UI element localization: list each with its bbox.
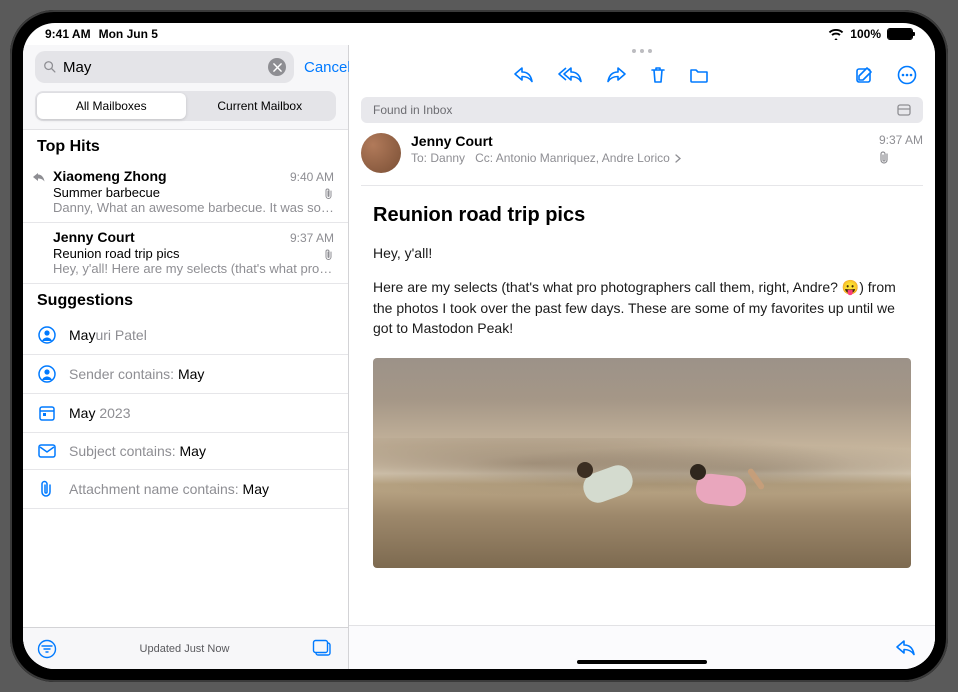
- scope-all-mailboxes[interactable]: All Mailboxes: [37, 93, 186, 119]
- person-icon: [37, 365, 57, 383]
- status-updated: Updated Just Now: [57, 643, 312, 655]
- calendar-icon: [37, 404, 57, 422]
- found-in-label: Found in Inbox: [373, 103, 452, 117]
- reply-indicator-icon: [33, 173, 45, 183]
- trash-button[interactable]: [649, 65, 667, 85]
- move-button[interactable]: [689, 66, 709, 84]
- message-pane: Found in Inbox Jenny Court To: Danny Cc:…: [349, 45, 935, 669]
- message-toolbar: [349, 53, 935, 97]
- sidebar-footer: Updated Just Now: [23, 627, 348, 669]
- mailbox-small-icon: [897, 104, 911, 116]
- sender-avatar[interactable]: [361, 133, 401, 173]
- suggestion-label: Subject contains: May: [69, 443, 206, 459]
- suggestion-label: Attachment name contains: May: [69, 481, 269, 497]
- message-time: 9:37 AM: [879, 133, 923, 147]
- more-button[interactable]: [897, 65, 917, 85]
- suggestion-label: Mayuri Patel: [69, 327, 147, 343]
- search-icon: [43, 60, 57, 74]
- chevron-right-icon: [675, 154, 681, 163]
- attachment-icon: [324, 249, 334, 261]
- suggestion-label: Sender contains: May: [69, 366, 204, 382]
- message-subject: Reunion road trip pics: [349, 186, 935, 233]
- suggestion-attachment-contains[interactable]: Attachment name contains: May: [23, 470, 348, 509]
- envelope-icon: [37, 444, 57, 458]
- suggestion-label: May 2023: [69, 405, 131, 421]
- result-subject: Reunion road trip pics: [53, 246, 334, 261]
- result-time: 9:37 AM: [290, 231, 334, 245]
- message-recipients[interactable]: To: Danny Cc: Antonio Manriquez, Andre L…: [411, 151, 869, 165]
- result-preview: Hey, y'all! Here are my selects (that's …: [53, 261, 334, 276]
- message-attachment-image[interactable]: [373, 358, 911, 568]
- compose-button[interactable]: [855, 65, 875, 85]
- section-suggestions: Suggestions: [23, 284, 348, 316]
- wifi-icon: [828, 28, 844, 40]
- result-sender: Xiaomeng Zhong: [53, 168, 167, 184]
- battery-pct: 100%: [850, 27, 881, 41]
- multitask-handle[interactable]: [349, 45, 935, 53]
- battery-icon: [887, 28, 913, 40]
- sidebar: Cancel All Mailboxes Current Mailbox Top…: [23, 45, 349, 669]
- reply-all-button[interactable]: [557, 66, 583, 84]
- suggestion-person[interactable]: Mayuri Patel: [23, 316, 348, 355]
- search-input[interactable]: [63, 59, 262, 76]
- clear-search-button[interactable]: [268, 58, 286, 76]
- suggestion-subject-contains[interactable]: Subject contains: May: [23, 433, 348, 470]
- search-result-item[interactable]: Jenny Court 9:37 AM Reunion road trip pic…: [23, 223, 348, 284]
- status-bar: 9:41 AM Mon Jun 5 100%: [23, 23, 935, 45]
- reply-button[interactable]: [513, 66, 535, 84]
- paperclip-icon: [37, 480, 57, 498]
- scope-current-mailbox[interactable]: Current Mailbox: [186, 93, 335, 119]
- forward-button[interactable]: [605, 66, 627, 84]
- found-in-bar[interactable]: Found in Inbox: [361, 97, 923, 123]
- attachment-icon: [324, 188, 334, 200]
- message-header: Jenny Court To: Danny Cc: Antonio Manriq…: [361, 133, 923, 186]
- message-from[interactable]: Jenny Court: [411, 133, 869, 149]
- mailboxes-button[interactable]: [312, 639, 334, 659]
- result-time: 9:40 AM: [290, 170, 334, 184]
- result-sender: Jenny Court: [53, 229, 135, 245]
- filter-button[interactable]: [37, 639, 57, 659]
- search-field[interactable]: [35, 51, 294, 83]
- person-icon: [37, 326, 57, 344]
- attachment-icon: [879, 151, 890, 164]
- result-preview: Danny, What an awesome barbecue. It was …: [53, 200, 334, 215]
- reply-button-footer[interactable]: [895, 639, 917, 657]
- cancel-button[interactable]: Cancel: [304, 59, 351, 76]
- suggestion-sender-contains[interactable]: Sender contains: May: [23, 355, 348, 394]
- status-date: Mon Jun 5: [99, 27, 158, 41]
- suggestion-date[interactable]: May 2023: [23, 394, 348, 433]
- message-body: Hey, y'all! Here are my selects (that's …: [349, 233, 935, 352]
- home-indicator[interactable]: [577, 660, 707, 664]
- search-result-item[interactable]: Xiaomeng Zhong 9:40 AM Summer barbecue Da…: [23, 162, 348, 223]
- scope-segmented-control[interactable]: All Mailboxes Current Mailbox: [35, 91, 336, 121]
- status-time: 9:41 AM: [45, 27, 91, 41]
- result-subject: Summer barbecue: [53, 185, 334, 200]
- section-top-hits: Top Hits: [23, 130, 348, 162]
